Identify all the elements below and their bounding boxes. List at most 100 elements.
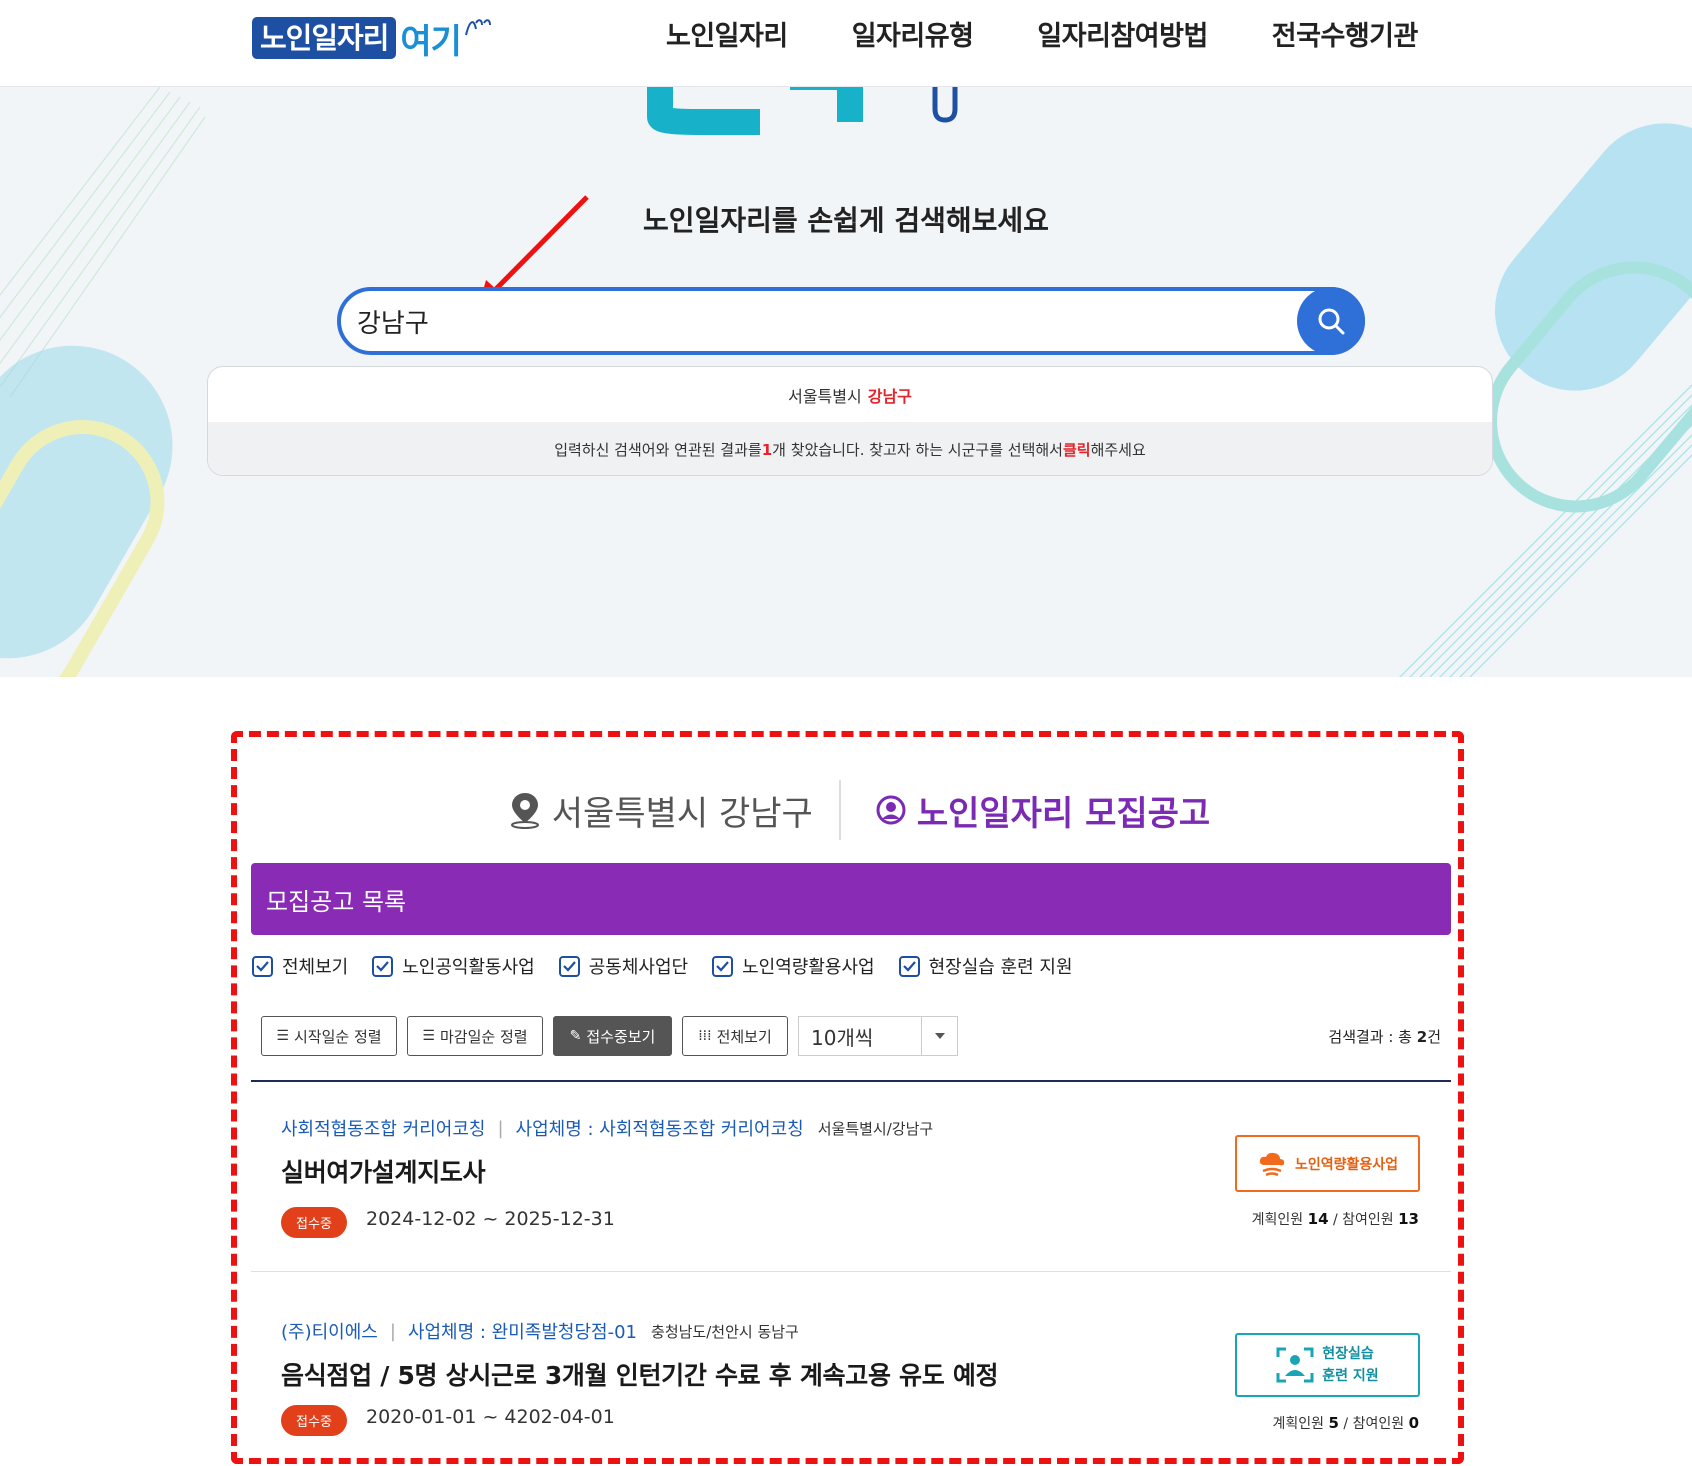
filter-public-activity[interactable]: 노인공익활동사업 (372, 953, 535, 979)
joined-count: 13 (1398, 1210, 1419, 1228)
suggestion-match: 강남구 (867, 386, 912, 406)
listing-title[interactable]: 실버여가설계지도사 (281, 1153, 486, 1189)
nav-item-senior-jobs[interactable]: 노인일자리 (666, 18, 788, 56)
type-filters: 전체보기 노인공익활동사업 공동체사업단 노인역량활용사업 현장실습 훈련 지원 (252, 953, 1097, 979)
result-count-unit: 건 (1427, 1028, 1441, 1046)
logo-sub-text: 여기 (400, 21, 462, 62)
listing-meta: 사회적협동조합 커리어코칭 | 사업체명 : 사회적협동조합 커리어코칭 서울특… (281, 1115, 933, 1141)
search-suggestions: 서울특별시 강남구 입력하신 검색어와 연관된 결과를 1개 찾았습니다. 찾고… (207, 366, 1493, 476)
checkbox-icon (372, 955, 394, 977)
results-title-text: 노인일자리 모집공고 (916, 793, 1211, 834)
info-text-3: 해주세요 (1090, 441, 1146, 459)
listing-org: (주)티이에스 (281, 1322, 378, 1343)
open-only-button[interactable]: ✎ 접수중보기 (553, 1016, 672, 1056)
grid-icon: ⁞⁞⁞ (698, 1028, 712, 1044)
sort-end-button[interactable]: ☰ 마감일순 정렬 (407, 1016, 543, 1056)
filter-all[interactable]: 전체보기 (252, 953, 348, 979)
search-hero: 노인일자리를 손쉽게 검색해보세요 서울특별시 강남구 입력하신 검색어와 연관… (0, 87, 1692, 677)
checkbox-icon (712, 955, 734, 977)
sort-start-button[interactable]: ☰ 시작일순 정렬 (261, 1016, 397, 1056)
list-icon: ☰ (276, 1028, 289, 1044)
listing-item[interactable]: (주)티이에스 | 사업체명 : 완미족발청당점-01 충청남도/천안시 동남구… (251, 1283, 1451, 1466)
program-type-label: 노인역량활용사업 (1294, 1156, 1399, 1173)
headcount: 계획인원 14 / 참여인원 13 (1251, 1210, 1419, 1228)
search-input[interactable] (357, 299, 1237, 343)
view-all-label: 전체보기 (716, 1027, 772, 1046)
result-count-label: 검색결과 : 총 (1328, 1028, 1417, 1046)
pencil-icon: ✎ (569, 1028, 582, 1044)
result-count-value: 2 (1416, 1028, 1428, 1046)
filter-label: 현장실습 훈련 지원 (928, 957, 1073, 978)
location-pin-icon (510, 793, 539, 829)
cloud-hand-icon (1259, 1152, 1285, 1176)
planned-count: 14 (1307, 1210, 1329, 1228)
page-size-select[interactable]: 10개씩 (798, 1016, 958, 1056)
filter-label: 노인역량활용사업 (742, 957, 875, 978)
result-count: 검색결과 : 총 2건 (1328, 1026, 1441, 1047)
suggestion-info: 입력하신 검색어와 연관된 결과를 1개 찾았습니다. 찾고자 하는 시군구를 … (208, 422, 1492, 475)
listing-title[interactable]: 음식점업 / 5명 상시근로 3개월 인턴기간 수료 후 계속고용 유도 예정 (281, 1356, 999, 1392)
sort-end-label: 마감일순 정렬 (439, 1027, 528, 1046)
info-count: 1 (761, 440, 773, 459)
results-title: 노인일자리 모집공고 (841, 786, 1210, 835)
filter-label: 공동체사업단 (588, 957, 689, 978)
filter-label: 전체보기 (282, 957, 349, 978)
view-all-button[interactable]: ⁞⁞⁞ 전체보기 (682, 1016, 788, 1056)
search-heading: 노인일자리를 손쉽게 검색해보세요 (643, 204, 1049, 237)
filter-community[interactable]: 공동체사업단 (558, 953, 689, 979)
results-location: 서울특별시 강남구 (508, 780, 841, 840)
results-location-text: 서울특별시 강남구 (551, 793, 813, 834)
program-type-label: 현장실습 훈련 지원 (1322, 1343, 1378, 1387)
logo-main-text: 노인일자리 (252, 17, 397, 59)
user-circle-icon (876, 795, 906, 825)
listing-period: 2024-12-02 ~ 2025-12-31 (366, 1208, 615, 1230)
suggestion-item[interactable]: 서울특별시 강남구 (208, 367, 1492, 422)
open-only-label: 접수중보기 (586, 1027, 656, 1046)
site-header: 노인일자리 여기 노인일자리 일자리유형 일자리참여방법 전국수행기관 (0, 0, 1692, 87)
listing-org: 사회적협동조합 커리어코칭 (281, 1119, 486, 1140)
checkbox-icon (558, 955, 580, 977)
list-icon: ☰ (422, 1028, 435, 1044)
program-type-line2: 훈련 지원 (1322, 1368, 1379, 1384)
status-badge: 접수중 (281, 1405, 347, 1436)
search-button[interactable] (1297, 287, 1365, 355)
planned-label: 계획인원 (1272, 1416, 1325, 1432)
filter-field-training[interactable]: 현장실습 훈련 지원 (898, 953, 1073, 979)
nav-item-how-to-join[interactable]: 일자리참여방법 (1037, 18, 1208, 56)
nav-item-job-types[interactable]: 일자리유형 (852, 18, 974, 56)
listing-meta: (주)티이에스 | 사업체명 : 완미족발청당점-01 충청남도/천안시 동남구 (281, 1318, 799, 1344)
checkbox-icon (898, 955, 920, 977)
listing-period: 2020-01-01 ~ 4202-04-01 (366, 1406, 615, 1428)
logo-mark-icon (464, 15, 492, 43)
program-type-badge[interactable]: 현장실습 훈련 지원 (1235, 1333, 1420, 1397)
headcount: 계획인원 5 / 참여인원 0 (1272, 1414, 1419, 1432)
listing-region: 서울특별시/강남구 (817, 1119, 934, 1138)
listing-region: 충청남도/천안시 동남구 (651, 1322, 799, 1341)
filter-label: 노인공익활동사업 (402, 957, 535, 978)
listing-item[interactable]: 사회적협동조합 커리어코칭 | 사업체명 : 사회적협동조합 커리어코칭 서울특… (251, 1082, 1451, 1272)
main-nav: 노인일자리 일자리유형 일자리참여방법 전국수행기관 (666, 18, 1482, 56)
chevron-down-icon (921, 1017, 957, 1055)
search-box (337, 287, 1365, 355)
filter-capability[interactable]: 노인역량활용사업 (712, 953, 875, 979)
search-icon (1318, 308, 1345, 335)
info-text-2: 개 찾았습니다. 찾고자 하는 시군구를 선택해서 (772, 441, 1063, 459)
listing-business: 사업체명 : 사회적협동조합 커리어코칭 (515, 1119, 804, 1140)
joined-count: 0 (1408, 1414, 1419, 1432)
status-badge: 접수중 (281, 1207, 347, 1238)
page-size-value: 10개씩 (811, 1025, 874, 1050)
trainee-icon (1276, 1347, 1314, 1383)
checkbox-icon (252, 955, 273, 977)
planned-label: 계획인원 (1251, 1212, 1304, 1228)
results-heading: 서울특별시 강남구 노인일자리 모집공고 (0, 780, 1692, 840)
program-type-badge[interactable]: 노인역량활용사업 (1235, 1135, 1420, 1192)
listing-business: 사업체명 : 완미족발청당점-01 (407, 1322, 638, 1343)
joined-label: 참여인원 (1352, 1416, 1405, 1432)
info-text-1: 입력하신 검색어와 연관된 결과를 (554, 441, 762, 459)
listing-bar: 모집공고 목록 (251, 863, 1451, 935)
list-toolbar: ☰ 시작일순 정렬 ☰ 마감일순 정렬 ✎ 접수중보기 ⁞⁞⁞ 전체보기 10개씩 검색… (261, 1016, 1441, 1056)
site-logo[interactable]: 노인일자리 여기 (252, 14, 492, 62)
suggestion-prefix: 서울특별시 (788, 386, 862, 406)
meta-divider: | (497, 1117, 504, 1139)
nav-item-agencies[interactable]: 전국수행기관 (1272, 18, 1419, 56)
